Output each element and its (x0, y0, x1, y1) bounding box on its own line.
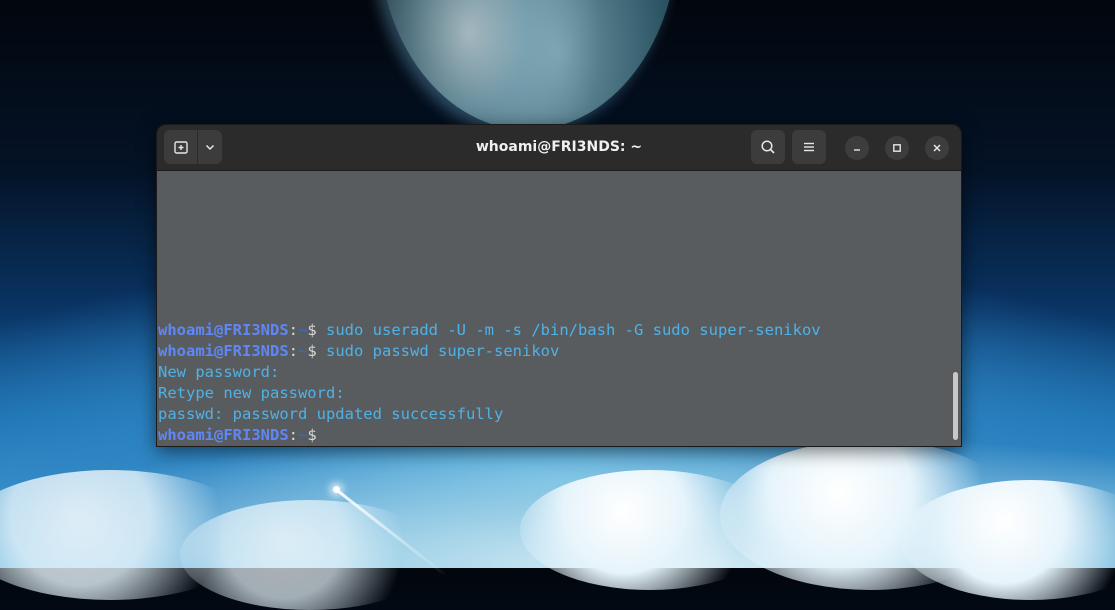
terminal-window[interactable]: whoami@FRI3NDS: ~ whoami@FRI3NDS:~$ sudo… (156, 124, 962, 447)
prompt-colon: : (288, 321, 298, 339)
hamburger-menu-icon (804, 142, 814, 152)
prompt-colon: : (288, 342, 298, 360)
window-titlebar[interactable]: whoami@FRI3NDS: ~ (157, 125, 961, 171)
menu-button[interactable] (792, 130, 826, 164)
terminal-prompt-line: whoami@FRI3NDS:~$ sudo useradd -U -m -s … (158, 320, 821, 341)
terminal-prompt-line: whoami@FRI3NDS:~$ (158, 425, 821, 446)
prompt-dollar: $ (307, 342, 317, 360)
minimize-icon (854, 149, 860, 151)
terminal-output-line: Retype new password: (158, 384, 345, 402)
prompt-command: sudo passwd super-senikov (316, 342, 560, 360)
wallpaper-planet (378, 0, 678, 130)
prompt-path: ~ (298, 321, 308, 339)
minimize-button[interactable] (845, 136, 869, 160)
maximize-button[interactable] (885, 136, 909, 160)
wallpaper-cloud (180, 500, 440, 610)
search-icon (761, 140, 775, 154)
prompt-dollar: $ (307, 426, 317, 444)
window-title: whoami@FRI3NDS: ~ (475, 139, 643, 155)
close-button[interactable] (925, 136, 949, 160)
prompt-user-host: whoami@FRI3NDS (158, 426, 289, 444)
search-button[interactable] (751, 130, 785, 164)
prompt-path: ~ (298, 342, 308, 360)
prompt-user-host: whoami@FRI3NDS (158, 342, 289, 360)
prompt-command: sudo useradd -U -m -s /bin/bash -G sudo … (316, 321, 821, 339)
terminal-output-line: passwd: password updated successfully (158, 405, 504, 423)
wallpaper-rocket (333, 486, 340, 493)
prompt-dollar: $ (307, 321, 317, 339)
terminal-prompt-line: whoami@FRI3NDS:~$ sudo passwd super-seni… (158, 341, 821, 362)
prompt-colon: : (288, 426, 298, 444)
maximize-icon (893, 144, 901, 152)
terminal-scrollbar[interactable] (953, 372, 958, 440)
terminal-output-line: New password: (158, 363, 280, 381)
terminal-lines: whoami@FRI3NDS:~$ sudo useradd -U -m -s … (158, 320, 821, 446)
prompt-path: ~ (298, 426, 308, 444)
close-icon (933, 144, 941, 152)
prompt-user-host: whoami@FRI3NDS (158, 321, 289, 339)
terminal-output-area[interactable]: whoami@FRI3NDS:~$ sudo useradd -U -m -s … (157, 171, 961, 446)
